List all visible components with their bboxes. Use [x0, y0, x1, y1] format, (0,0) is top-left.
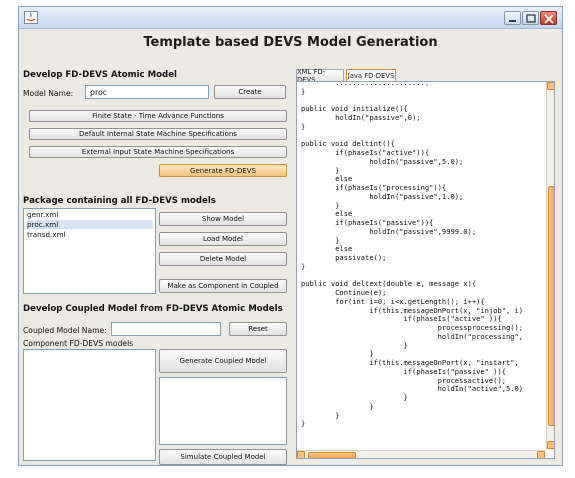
component-models-label: Component FD-DEVS models — [23, 339, 134, 348]
simulate-coupled-button[interactable]: Simulate Coupled Model — [159, 449, 287, 465]
load-model-button[interactable]: Load Model — [159, 232, 287, 246]
generate-fd-devs-button[interactable]: Generate FD-DEVS — [159, 164, 287, 177]
external-input-button[interactable]: External Input State Machine Specificati… — [29, 146, 287, 158]
scroll-up-arrow-icon[interactable] — [547, 82, 554, 90]
list-item[interactable]: proc.xml — [27, 220, 153, 229]
scroll-right-arrow-icon[interactable] — [537, 451, 545, 458]
vertical-scroll-thumb[interactable] — [548, 186, 554, 426]
app-window: Template based DEVS Model Generation Dev… — [18, 6, 563, 466]
tab-java-fd-devs[interactable]: Java FD-DEVS — [346, 69, 396, 81]
coupled-section-title: Develop Coupled Model from FD-DEVS Atomi… — [23, 304, 283, 314]
internal-state-button[interactable]: Default Internal State Machine Specifica… — [29, 128, 287, 140]
show-model-button[interactable]: Show Model — [159, 212, 287, 226]
make-component-button[interactable]: Make as Component in Coupled — [159, 279, 287, 293]
java-app-icon — [24, 11, 38, 24]
coupled-name-label: Coupled Model Name: — [23, 326, 107, 335]
java-code-text: ...................... } public void ini… — [301, 81, 524, 429]
coupled-model-textarea[interactable] — [159, 377, 287, 445]
code-viewer[interactable]: ...................... } public void ini… — [296, 81, 555, 459]
atomic-section-title: Develop FD-DEVS Atomic Model — [23, 70, 177, 80]
model-file-list: genr.xml proc.xml transd.xml — [23, 208, 156, 294]
component-model-list[interactable] — [23, 349, 156, 461]
horizontal-scrollbar[interactable] — [297, 450, 546, 458]
create-button[interactable]: Create — [214, 85, 286, 99]
coupled-name-input[interactable] — [111, 322, 221, 336]
model-name-input[interactable]: proc — [85, 85, 209, 99]
finite-state-button[interactable]: Finite State - Time Advance Functions — [29, 110, 287, 122]
maximize-button[interactable] — [522, 11, 539, 25]
vertical-scrollbar[interactable] — [546, 82, 554, 450]
close-button[interactable] — [540, 11, 557, 25]
generate-coupled-button[interactable]: Generate Coupled Model — [159, 349, 287, 373]
horizontal-scroll-thumb[interactable] — [308, 452, 356, 458]
delete-model-button[interactable]: Delete Model — [159, 252, 287, 266]
list-item[interactable]: transd.xml — [27, 230, 153, 239]
page-title: Template based DEVS Model Generation — [143, 35, 438, 50]
reset-button[interactable]: Reset — [229, 322, 287, 336]
model-name-label: Model Name: — [23, 89, 74, 98]
title-bar — [19, 7, 562, 29]
scroll-left-arrow-icon[interactable] — [297, 451, 305, 458]
package-section-title: Package containing all FD-DEVS models — [23, 196, 216, 206]
scroll-down-arrow-icon[interactable] — [547, 441, 554, 449]
tab-xml-fd-devs[interactable]: XML FD-DEVS — [296, 68, 344, 84]
minimize-button[interactable] — [504, 11, 521, 25]
list-item[interactable]: genr.xml — [27, 210, 153, 219]
